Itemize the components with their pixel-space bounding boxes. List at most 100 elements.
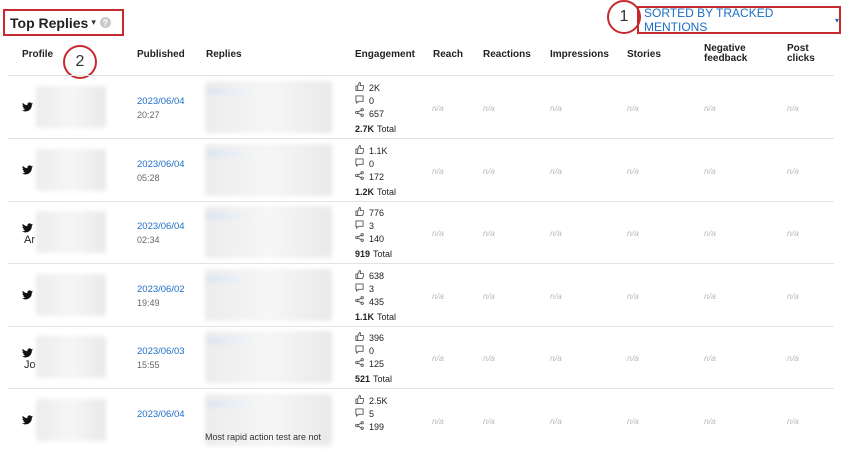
twitter-icon: [22, 102, 33, 115]
thumbs-up-icon: [355, 144, 369, 156]
table-row[interactable]: 2023/06/02 19:49 638 3 435 1.1K Total n/a n/a n/a…: [0, 264, 850, 327]
reach-value: n/a: [432, 166, 444, 176]
engagement-line: 2K: [355, 81, 381, 93]
profile-name-redacted[interactable]: [36, 399, 106, 441]
table-header: Profile Published Replies Engagement Rea…: [0, 40, 850, 76]
engagement-value: 5: [369, 408, 375, 419]
reply-mention-redacted: [207, 338, 247, 344]
negative-feedback-value: n/a: [704, 353, 716, 363]
published-date-link[interactable]: 2023/06/04: [137, 96, 185, 107]
engagement-value: 0: [369, 345, 375, 356]
engagement-line: 657: [355, 108, 384, 119]
profile-name-redacted[interactable]: [36, 274, 106, 316]
col-stories[interactable]: Stories: [627, 50, 661, 60]
comment-icon: [355, 158, 369, 169]
chevron-down-icon: ▾: [91, 17, 96, 27]
negative-feedback-value: n/a: [704, 291, 716, 301]
published-date-link[interactable]: 2023/06/04: [137, 221, 185, 232]
engagement-line: 776: [355, 206, 384, 218]
published-date-link[interactable]: 2023/06/02: [137, 284, 185, 295]
col-published[interactable]: Published: [137, 50, 185, 60]
engagement-value: 2.5K: [369, 395, 388, 406]
sort-dropdown[interactable]: SORTED BY TRACKED MENTIONS ▾: [637, 6, 841, 34]
engagement-total: 2.7K Total: [355, 124, 396, 134]
table-row[interactable]: 2023/06/04 20:27 2K 0 657 2.7K Total n/a n/a n/a n…: [0, 76, 850, 139]
reach-value: n/a: [432, 353, 444, 363]
engagement-total: 1.1K Total: [355, 312, 396, 322]
published-time: 19:49: [137, 298, 160, 308]
stories-value: n/a: [627, 228, 639, 238]
published-date-link[interactable]: 2023/06/04: [137, 159, 185, 170]
comment-icon: [355, 283, 369, 294]
col-engagement[interactable]: Engagement: [355, 50, 415, 60]
reply-mention-redacted: [207, 88, 247, 94]
comment-icon: [355, 408, 369, 419]
col-replies[interactable]: Replies: [206, 50, 242, 60]
twitter-icon: [22, 165, 33, 178]
published-time: 05:28: [137, 173, 160, 183]
table-row[interactable]: 2023/06/04 05:28 1.1K 0 172 1.2K Total n/a n/a n/…: [0, 139, 850, 202]
share-icon: [355, 233, 369, 244]
post-clicks-value: n/a: [787, 291, 799, 301]
help-icon[interactable]: ?: [99, 17, 111, 28]
table-row[interactable]: 2023/06/04 Most rapid action test are not…: [0, 389, 850, 452]
engagement-value: 638: [369, 270, 385, 281]
engagement-value: 172: [369, 171, 385, 182]
engagement-total-suffix: Total: [377, 187, 397, 197]
engagement-value: 3: [369, 220, 375, 231]
profile-name-redacted[interactable]: [36, 149, 106, 191]
engagement-line: 140: [355, 233, 384, 244]
published-date-link[interactable]: 2023/06/03: [137, 346, 185, 357]
col-negative-feedback[interactable]: Negative feedback: [704, 44, 747, 64]
engagement-total: 1.2K Total: [355, 187, 396, 197]
engagement-value: 0: [369, 158, 375, 169]
impressions-value: n/a: [550, 291, 562, 301]
engagement-line: 638: [355, 269, 385, 281]
reach-value: n/a: [432, 228, 444, 238]
engagement-value: 0: [369, 95, 375, 106]
engagement-line: 125: [355, 358, 384, 369]
reactions-value: n/a: [483, 228, 495, 238]
col-reactions[interactable]: Reactions: [483, 50, 531, 60]
stories-value: n/a: [627, 291, 639, 301]
reach-value: n/a: [432, 103, 444, 113]
engagement-value: 199: [369, 421, 385, 432]
published-time: 20:27: [137, 110, 160, 120]
top-replies-selector[interactable]: Top Replies ▾ ?: [3, 9, 124, 36]
published-date-link[interactable]: 2023/06/04: [137, 409, 185, 420]
impressions-value: n/a: [550, 353, 562, 363]
col-negative-feedback-line2: feedback: [704, 53, 748, 64]
engagement-value: 2K: [369, 82, 381, 93]
reactions-value: n/a: [483, 103, 495, 113]
stories-value: n/a: [627, 353, 639, 363]
thumbs-up-icon: [355, 206, 369, 218]
table-row[interactable]: Jo 2023/06/03 15:55 396 0 125 521 Total n/a n/a n/…: [0, 326, 850, 389]
table-row[interactable]: Ar 2023/06/04 02:34 776 3 140 919 Total n/a n/a n/…: [0, 201, 850, 264]
reply-text-visible: Most rapid action test are not: [205, 432, 322, 442]
engagement-total-value: 521: [355, 374, 371, 384]
col-post-clicks[interactable]: Post clicks: [787, 44, 815, 64]
engagement-value: 3: [369, 283, 375, 294]
engagement-value: 1.1K: [369, 145, 388, 156]
engagement-line: 435: [355, 296, 384, 307]
reach-value: n/a: [432, 291, 444, 301]
engagement-line: 0: [355, 345, 374, 356]
share-icon: [355, 108, 369, 119]
col-impressions[interactable]: Impressions: [550, 50, 609, 60]
engagement-line: 1.1K: [355, 144, 388, 156]
engagement-value: 435: [369, 296, 385, 307]
share-icon: [355, 171, 369, 182]
profile-name-redacted[interactable]: [36, 211, 106, 253]
share-icon: [355, 296, 369, 307]
post-clicks-value: n/a: [787, 103, 799, 113]
col-reach[interactable]: Reach: [433, 50, 463, 60]
engagement-total-suffix: Total: [377, 312, 397, 322]
col-profile[interactable]: Profile: [22, 50, 53, 60]
stories-value: n/a: [627, 166, 639, 176]
engagement-value: 140: [369, 233, 385, 244]
engagement-total-value: 919: [355, 249, 371, 259]
reactions-value: n/a: [483, 166, 495, 176]
profile-name-redacted[interactable]: [36, 86, 106, 128]
share-icon: [355, 358, 369, 369]
profile-name-redacted[interactable]: [36, 336, 106, 378]
